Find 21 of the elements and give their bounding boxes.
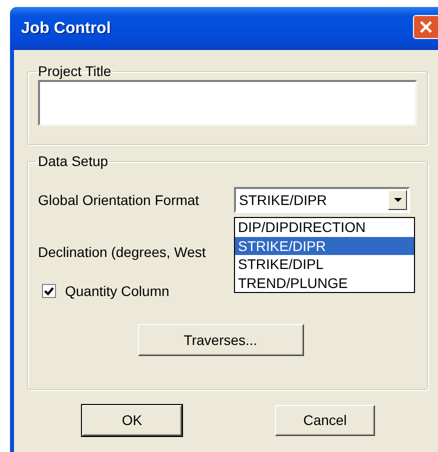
- field-label: Global Orientation Format: [38, 190, 200, 210]
- traverses-button[interactable]: Traverses...: [138, 324, 304, 356]
- field-label: Declination (degrees, West: [38, 242, 206, 262]
- dialog-button[interactable]: Cancel: [275, 405, 375, 436]
- window-title: Job Control: [21, 18, 111, 38]
- orientation-format-dropdown[interactable]: STRIKE/DIPR: [234, 187, 410, 213]
- checkbox[interactable]: [42, 284, 56, 298]
- close-icon: [419, 20, 433, 34]
- caret-icon: [388, 190, 407, 210]
- dropdown-option[interactable]: DIP/DIPDIRECTION: [235, 218, 414, 236]
- group-label: Project Title: [37, 62, 112, 80]
- dialog-button[interactable]: OK: [82, 405, 182, 436]
- dropdown-option[interactable]: TREND/PLUNGE: [235, 274, 414, 292]
- close-button[interactable]: [413, 15, 438, 39]
- group-label: Data Setup: [37, 152, 110, 170]
- checkbox-label: Quantity Column: [65, 282, 170, 301]
- dropdown-option[interactable]: STRIKE/DIPR: [235, 236, 414, 255]
- check-icon: [44, 286, 54, 296]
- project-title-field[interactable]: [38, 80, 417, 126]
- dropdown-value: STRIKE/DIPR: [239, 190, 328, 210]
- dropdown-option[interactable]: STRIKE/DIPL: [235, 255, 414, 274]
